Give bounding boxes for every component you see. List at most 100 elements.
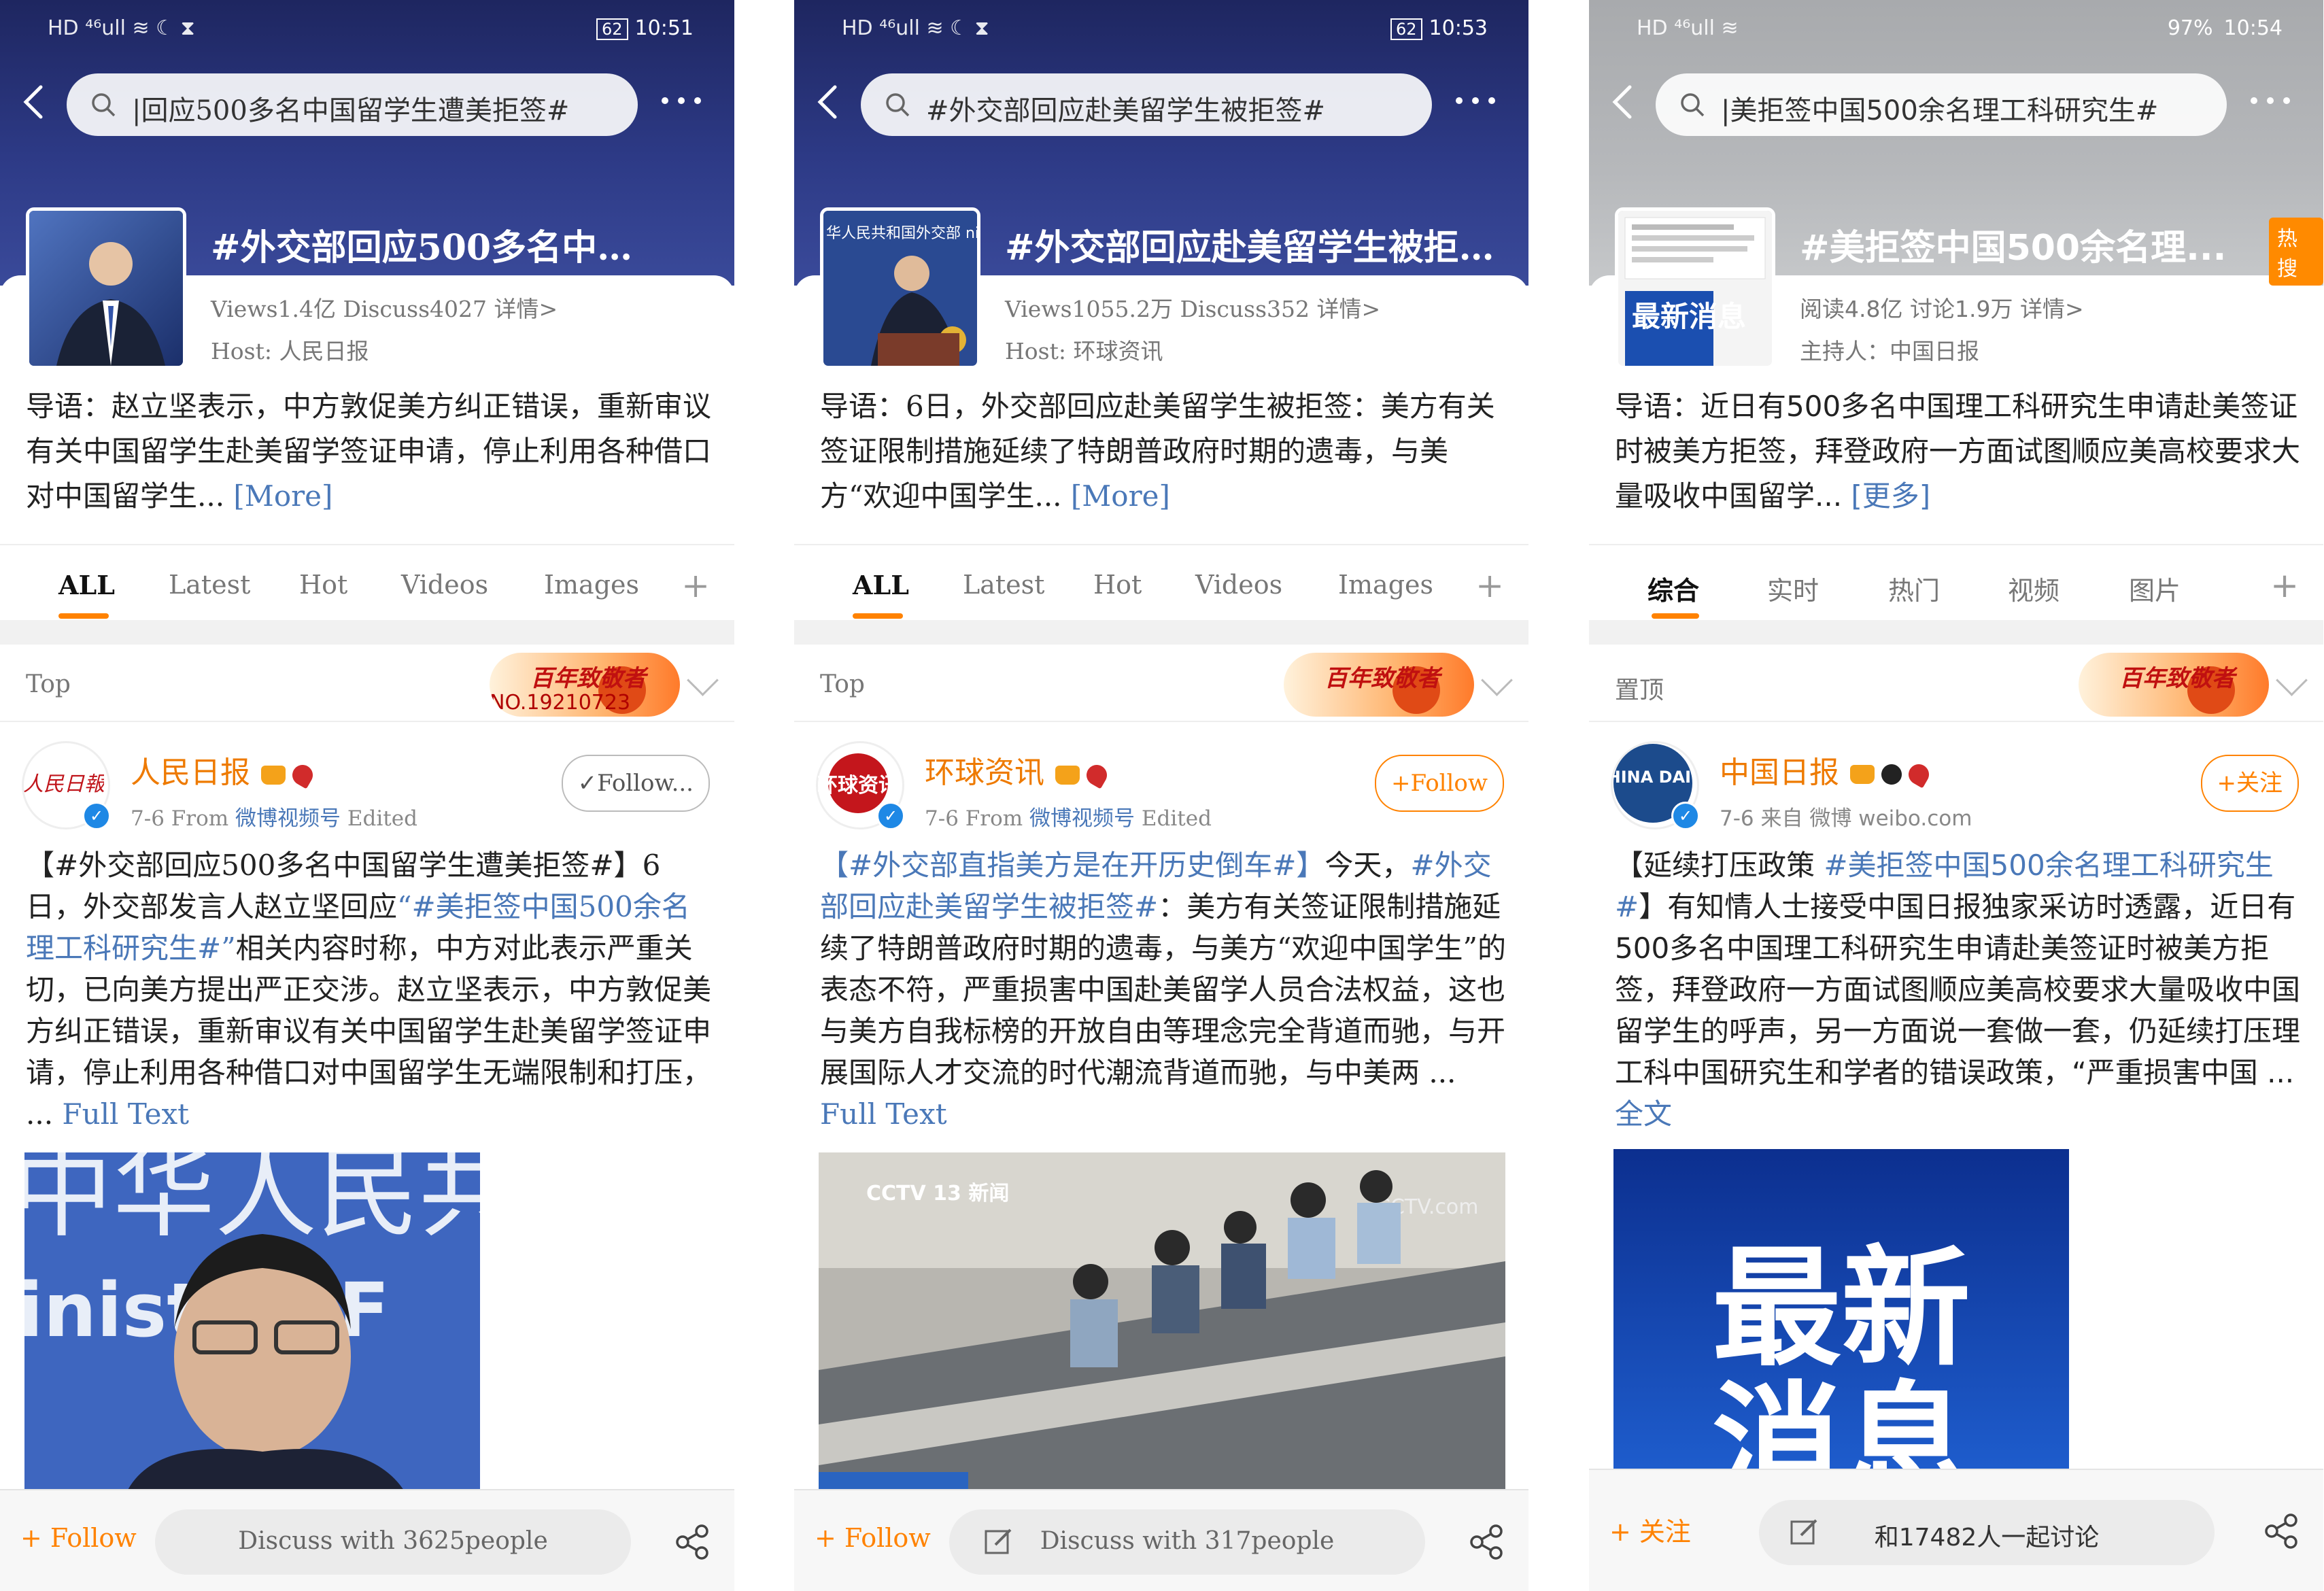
more-options-icon[interactable] [657, 80, 711, 121]
crown-icon [1850, 765, 1875, 784]
avatar[interactable]: CHINA DAILY ✓ [1595, 741, 1711, 830]
post-video-thumbnail[interactable]: 中华人民共 inist of F [24, 1152, 480, 1492]
more-options-icon[interactable] [2246, 80, 2300, 121]
pinned-label: 置顶 [1615, 677, 1664, 704]
author-name: 环球资讯 [925, 755, 1044, 790]
share-icon[interactable] [2262, 1512, 2300, 1550]
back-arrow-icon[interactable] [18, 82, 52, 122]
post-hashtag[interactable]: 【#外交部回应500多名中国留学生遭美拒签#】 [26, 849, 643, 882]
tab-videos[interactable]: 视频 [2008, 570, 2060, 607]
phone-screen-2: HD ⁴⁶ull ≋ ☾ ⧗ 62 10:53 #外交部回应赴美留学生被拒签# 华… [794, 0, 1528, 1591]
pinned-row: Top 百年致敬者 [794, 646, 1528, 722]
thumbnail-caption: 最新消息 [1632, 300, 1746, 333]
tab-all[interactable]: 综合 [1647, 570, 1699, 607]
pinned-label: Top [26, 670, 71, 698]
bottom-action-bar: + 关注 和17482人一起讨论 [1589, 1469, 2323, 1591]
search-icon [92, 93, 116, 117]
intro-more-link[interactable]: [更多] [1851, 479, 1930, 513]
discuss-input[interactable]: 和17482人一起讨论 [1759, 1500, 2215, 1565]
add-tab-icon[interactable]: + [1475, 566, 1504, 605]
topic-stats[interactable]: 阅读4.8亿 讨论1.9万 详情> [1800, 291, 2084, 324]
follow-button[interactable]: +Follow [1374, 755, 1504, 812]
post-hashtag: 【延续打压政策 [1615, 849, 1824, 882]
status-bar: HD ⁴⁶ull ≋ 97% 10:54 [1589, 12, 2323, 46]
back-arrow-icon[interactable] [812, 82, 846, 122]
post-author[interactable]: 环球资讯 [925, 748, 1111, 791]
author-name: 中国日报 [1720, 755, 1839, 790]
tab-latest[interactable]: Latest [963, 570, 1044, 600]
follow-button[interactable]: ✓Follow... [561, 755, 710, 812]
post-source[interactable]: 微博视频号 [235, 806, 341, 831]
topic-stats[interactable]: Views1.4亿 Discuss4027 详情> [211, 291, 558, 324]
post-source[interactable]: 微博 weibo.com [1809, 806, 1972, 831]
tab-hot[interactable]: Hot [299, 570, 347, 600]
post-source[interactable]: 微博视频号 [1029, 806, 1135, 831]
phone-screen-3: HD ⁴⁶ull ≋ 97% 10:54 |美拒签中国500余名理工科研究生# 最… [1589, 0, 2323, 1591]
panda-icon [1877, 760, 1906, 789]
tab-videos[interactable]: Videos [401, 570, 488, 600]
follow-button[interactable]: +关注 [2200, 755, 2299, 812]
intro-more-link[interactable]: [More] [233, 479, 332, 513]
centennial-medal-badge[interactable]: 百年致敬者 [2079, 653, 2269, 717]
post-image[interactable]: 最新 消息 [1613, 1149, 2069, 1489]
discuss-input[interactable]: Discuss with 3625people [155, 1509, 631, 1575]
avatar[interactable]: 人民日報 ✓ [22, 741, 111, 830]
discuss-placeholder: 和17482人一起讨论 [1874, 1524, 2100, 1552]
tab-videos[interactable]: Videos [1195, 570, 1282, 600]
tab-hot[interactable]: Hot [1093, 570, 1142, 600]
search-query: |美拒签中国500余名理工科研究生# [1721, 95, 2159, 126]
topic-stats[interactable]: Views1055.2万 Discuss352 详情> [1005, 291, 1380, 324]
centennial-medal-badge[interactable]: 百年致敬者 NO.19210723 [490, 653, 680, 717]
intro-more-link[interactable]: [More] [1071, 479, 1170, 513]
crown-icon [1055, 765, 1080, 785]
more-options-icon[interactable] [1451, 80, 1505, 121]
intro-text: 导语：近日有500多名中国理工科研究生申请赴美签证时被美方拒签，拜登政府一方面试… [1615, 390, 2301, 513]
post-author[interactable]: 中国日报 [1720, 748, 1933, 791]
tab-images[interactable]: Images [544, 570, 639, 600]
chevron-down-icon[interactable] [687, 664, 719, 696]
medal-text: 百年致敬者 [530, 665, 646, 692]
avatar[interactable]: 环球资讯 ✓ [816, 741, 905, 830]
post-hashtag[interactable]: 【#外交部直指美方是在开历史倒车#】 [820, 849, 1325, 882]
full-text-link[interactable]: 全文 [1615, 1097, 1672, 1131]
bottom-follow-button[interactable]: + Follow [20, 1523, 137, 1553]
status-time: 62 10:51 [596, 16, 694, 40]
chevron-down-icon[interactable] [1481, 664, 1513, 696]
topic-thumbnail[interactable]: 最新消息 [1615, 207, 1775, 369]
share-icon[interactable] [673, 1523, 711, 1561]
full-text-link[interactable]: Full Text [62, 1097, 189, 1131]
search-bar[interactable]: |回应500多名中国留学生遭美拒签# [67, 73, 638, 136]
share-icon[interactable] [1467, 1523, 1505, 1561]
bottom-follow-button[interactable]: + Follow [815, 1523, 931, 1553]
status-icons: HD ⁴⁶ull ≋ ☾ ⧗ [48, 16, 195, 40]
topic-title: #外交部回应500多名中… [211, 227, 633, 269]
tab-hot[interactable]: 热门 [1888, 570, 1940, 607]
tab-images[interactable]: 图片 [2129, 570, 2181, 607]
add-tab-icon[interactable]: + [681, 566, 710, 605]
image-headline: 最新 [1712, 1233, 1970, 1384]
ribbon-icon [1904, 760, 1933, 789]
discuss-input[interactable]: Discuss with 317people [949, 1509, 1425, 1575]
tab-all[interactable]: ALL [58, 570, 115, 600]
search-bar[interactable]: |美拒签中国500余名理工科研究生# [1656, 73, 2227, 136]
tab-latest[interactable]: Latest [169, 570, 250, 600]
bottom-follow-button[interactable]: + 关注 [1609, 1511, 1691, 1548]
full-text-link[interactable]: Full Text [820, 1097, 947, 1131]
intro-text: 导语：赵立坚表示，中方敦促美方纠正错误，重新审议有关中国留学生赴美留学签证申请，… [26, 390, 712, 513]
post-author[interactable]: 人民日报 [131, 748, 317, 791]
topic-thumbnail[interactable] [26, 207, 186, 369]
chevron-down-icon[interactable] [2276, 664, 2308, 696]
post-text: 【#外交部回应500多名中国留学生遭美拒签#】6日，外交部发言人赵立坚回应“#美… [26, 844, 713, 1135]
tab-bar: ALL Latest Hot Videos Images + [0, 544, 734, 620]
add-tab-icon[interactable]: + [2270, 566, 2299, 605]
search-bar[interactable]: #外交部回应赴美留学生被拒签# [861, 73, 1432, 136]
topic-thumbnail[interactable]: 华人民共和国外交部 nistry of Foreign Affairs [820, 207, 980, 369]
centennial-medal-badge[interactable]: 百年致敬者 [1284, 653, 1474, 717]
tab-images[interactable]: Images [1338, 570, 1433, 600]
tab-latest[interactable]: 实时 [1767, 570, 1819, 607]
post-date: 7-6 [925, 806, 959, 831]
back-arrow-icon[interactable] [1607, 82, 1641, 122]
post-video-thumbnail[interactable]: CCTV 13 新闻 CCTV.com [819, 1152, 1505, 1492]
pinned-row: Top 百年致敬者 NO.19210723 [0, 646, 734, 722]
tab-all[interactable]: ALL [853, 570, 909, 600]
